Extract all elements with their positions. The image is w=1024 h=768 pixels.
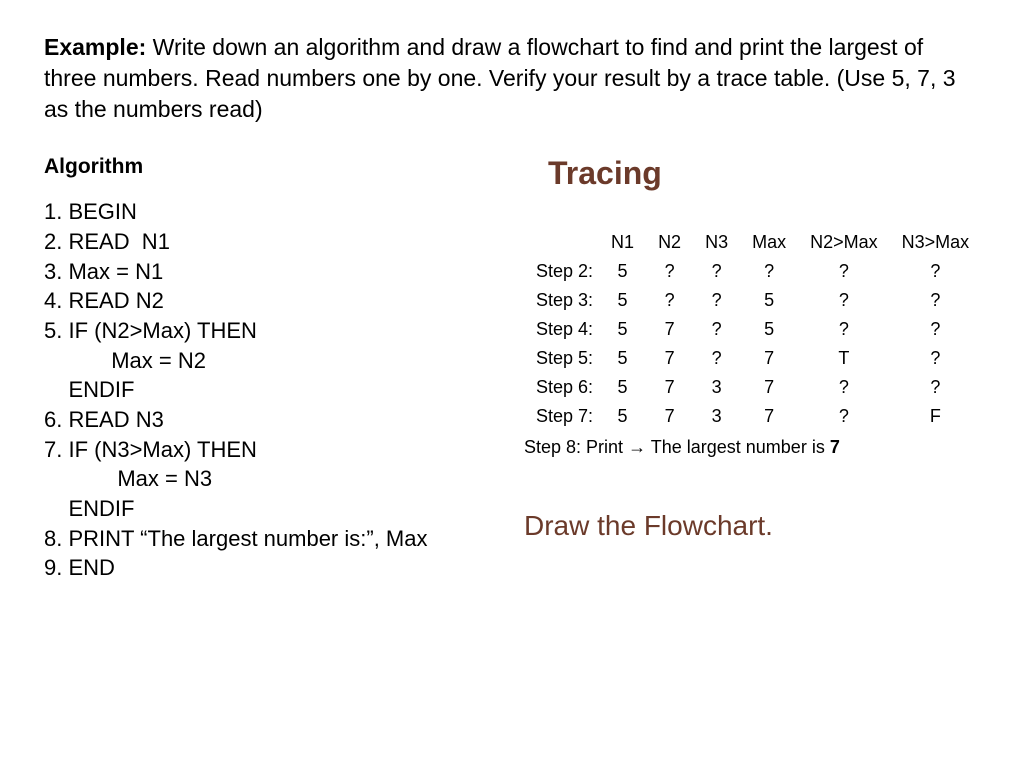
trace-cell: 7 [646,402,693,431]
trace-header: Max [740,228,798,257]
trace-cell: ? [890,257,982,286]
trace-cell: ? [798,286,890,315]
table-row: Step 7:5737?F [524,402,981,431]
trace-header: N2 [646,228,693,257]
trace-cell: 3 [693,402,740,431]
trace-cell: 7 [646,344,693,373]
trace-cell: 5 [599,315,646,344]
trace-cell: ? [740,257,798,286]
trace-cell: F [890,402,982,431]
trace-cell: 7 [740,373,798,402]
step8-mid: The largest number is [646,437,830,457]
trace-cell: 5 [599,344,646,373]
trace-cell: ? [890,315,982,344]
trace-table: N1N2N3MaxN2>MaxN3>Max Step 2:5?????Step … [524,228,981,431]
example-label: Example: [44,34,146,60]
trace-cell: 7 [740,402,798,431]
algorithm-body: 1. BEGIN 2. READ N1 3. Max = N1 4. READ … [44,197,474,583]
trace-cell: 5 [740,286,798,315]
step8-prefix: Print [581,437,628,457]
trace-cell: ? [890,344,982,373]
trace-step-label: Step 2: [524,257,599,286]
step8-result: 7 [830,437,840,457]
arrow-icon: → [628,437,646,457]
trace-step8: Step 8: Print → The largest number is 7 [524,437,981,458]
draw-flowchart-text: Draw the Flowchart. [524,510,981,542]
trace-cell: T [798,344,890,373]
table-row: Step 5:57?7T? [524,344,981,373]
trace-cell: 5 [599,402,646,431]
trace-cell: ? [646,257,693,286]
trace-step-label: Step 4: [524,315,599,344]
trace-cell: ? [798,373,890,402]
trace-cell: 5 [740,315,798,344]
trace-cell: ? [693,286,740,315]
table-row: Step 4:57?5?? [524,315,981,344]
trace-cell: 7 [740,344,798,373]
trace-header: N1 [599,228,646,257]
content-columns: Algorithm 1. BEGIN 2. READ N1 3. Max = N… [44,155,980,583]
tracing-heading: Tracing [548,155,981,192]
trace-cell: 5 [599,373,646,402]
trace-cell: ? [798,257,890,286]
trace-cell: 3 [693,373,740,402]
trace-cell: ? [798,402,890,431]
trace-step-label: Step 5: [524,344,599,373]
trace-header: N2>Max [798,228,890,257]
step8-label: Step 8: [524,437,581,457]
table-row: Step 3:5??5?? [524,286,981,315]
example-text: Write down an algorithm and draw a flowc… [44,34,956,122]
trace-cell: ? [693,315,740,344]
example-prompt: Example: Write down an algorithm and dra… [44,32,980,125]
algorithm-column: Algorithm 1. BEGIN 2. READ N1 3. Max = N… [44,155,474,583]
trace-cell: 7 [646,315,693,344]
trace-cell: ? [890,286,982,315]
table-row: Step 2:5????? [524,257,981,286]
trace-cell: ? [798,315,890,344]
trace-header: N3>Max [890,228,982,257]
trace-step-label: Step 7: [524,402,599,431]
table-row: Step 6:5737?? [524,373,981,402]
tracing-column: Tracing N1N2N3MaxN2>MaxN3>Max Step 2:5??… [514,155,981,583]
trace-header-blank [524,228,599,257]
trace-step-label: Step 6: [524,373,599,402]
trace-cell: ? [693,344,740,373]
trace-step-label: Step 3: [524,286,599,315]
algorithm-heading: Algorithm [44,155,474,179]
trace-cell: ? [693,257,740,286]
trace-cell: 7 [646,373,693,402]
trace-header: N3 [693,228,740,257]
trace-cell: 5 [599,286,646,315]
trace-cell: ? [890,373,982,402]
trace-cell: ? [646,286,693,315]
trace-cell: 5 [599,257,646,286]
